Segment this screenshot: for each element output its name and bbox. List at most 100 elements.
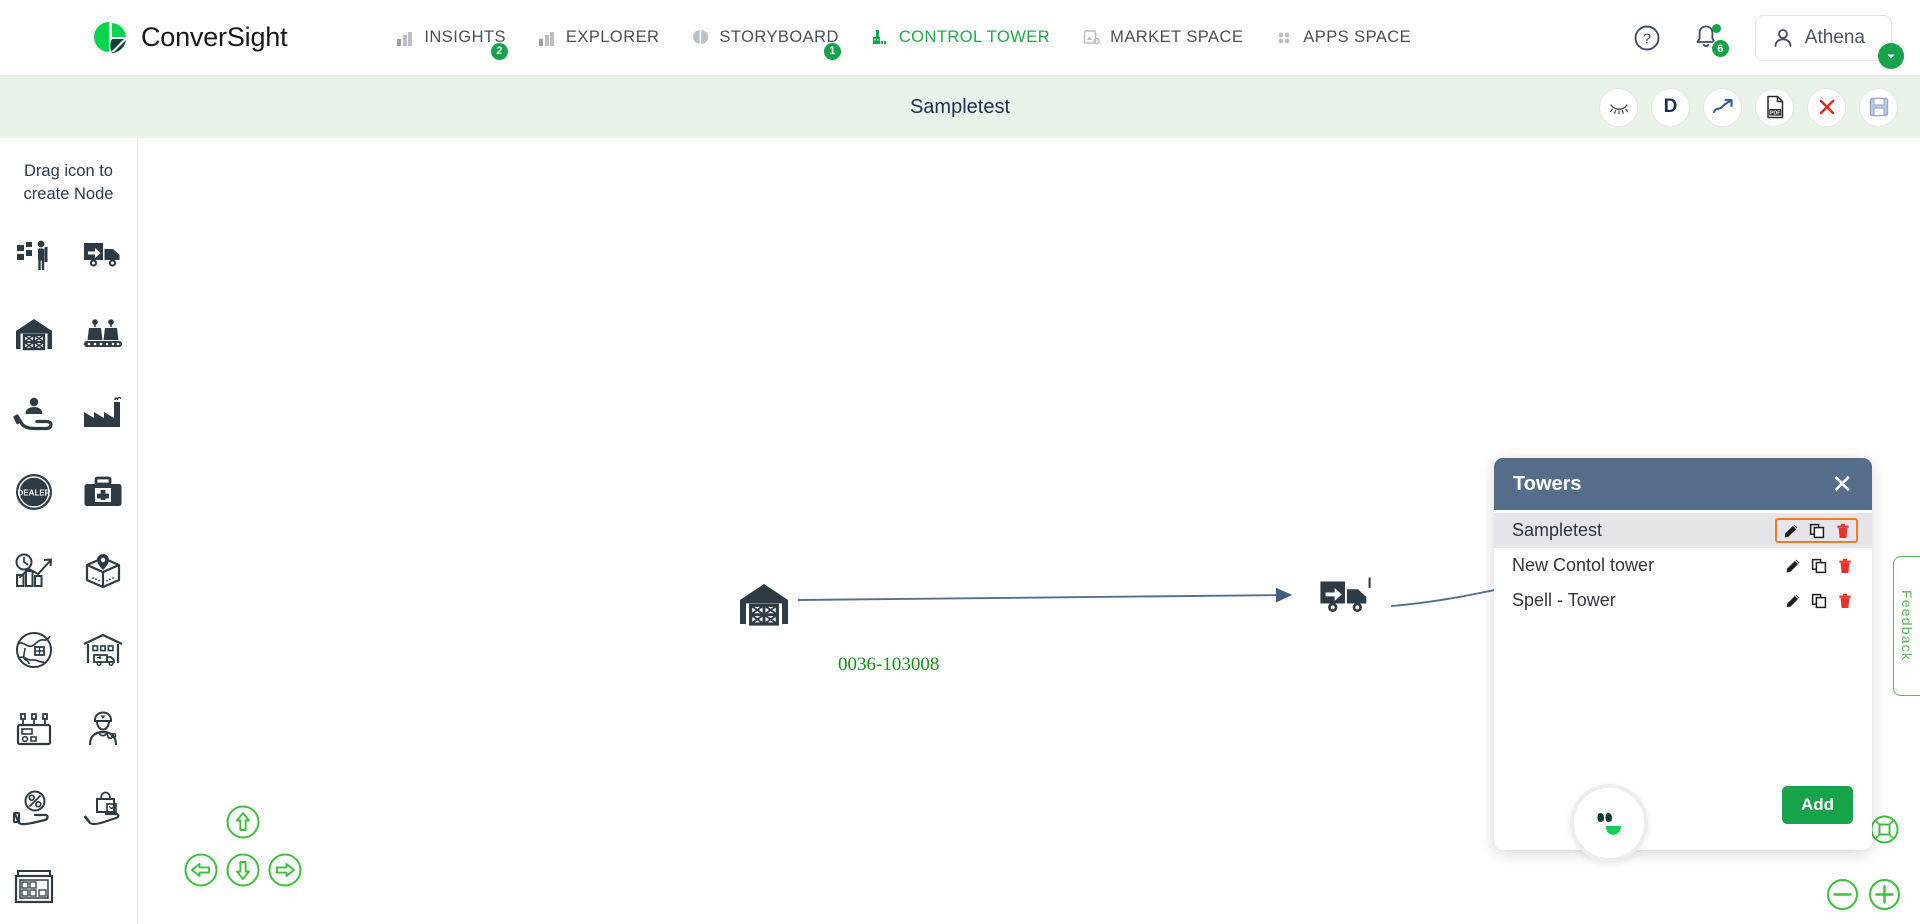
brand-logo[interactable]: ConverSight: [90, 18, 288, 58]
pan-left-button[interactable]: [183, 852, 219, 888]
zoom-out-button[interactable]: [1825, 877, 1860, 912]
warehouse-icon[interactable]: [13, 313, 55, 355]
tower-name: Spell - Tower: [1512, 590, 1616, 610]
copy-icon[interactable]: [1810, 557, 1827, 574]
inventory-worker-icon[interactable]: [13, 234, 55, 276]
copy-icon[interactable]: [1810, 592, 1827, 609]
nav-item-apps-space[interactable]: APPS SPACE: [1274, 16, 1411, 60]
trending-up-icon: [1712, 98, 1733, 114]
nav-item-insights[interactable]: INSIGHTS 2: [395, 16, 509, 61]
assembly-line-icon[interactable]: [82, 313, 124, 355]
towers-list: Sampletest New Contol tower Spell - Towe…: [1494, 510, 1872, 778]
feedback-tab[interactable]: Feedback: [1893, 556, 1920, 696]
storyboard-icon: [690, 28, 710, 48]
tower-row-sampletest[interactable]: Sampletest: [1494, 513, 1872, 548]
nav-item-market-space[interactable]: MARKET SPACE: [1081, 16, 1243, 60]
tower-row-spell-tower[interactable]: Spell - Tower: [1494, 583, 1872, 618]
delete-trash-icon[interactable]: [1836, 592, 1853, 609]
main-navigation: INSIGHTS 2 EXPLORER STORYBOARD 1 CONTROL…: [395, 16, 1411, 61]
assistant-smile-icon: [1597, 813, 1621, 835]
performance-chart-icon[interactable]: [13, 550, 55, 592]
assistant-launcher-button[interactable]: [1570, 784, 1648, 862]
fit-to-screen-button[interactable]: [1867, 812, 1902, 847]
notifications-bell[interactable]: 6: [1693, 23, 1730, 58]
control-tower-page: ConverSight INSIGHTS 2 EXPLORER STORYBOA…: [0, 0, 1920, 924]
package-location-icon[interactable]: [82, 550, 124, 592]
close-icon[interactable]: ✕: [1831, 471, 1853, 497]
bell-count-badge: 6: [1710, 39, 1730, 58]
tower-row-actions: [1779, 555, 1858, 576]
delete-trash-icon[interactable]: [1836, 557, 1853, 574]
discount-icon[interactable]: [13, 787, 55, 829]
towers-panel-title: Towers: [1513, 472, 1582, 495]
pan-controls: [173, 804, 313, 909]
bell-status-dot: [1711, 24, 1721, 33]
node-palette-sidebar: Drag icon to create Node DEALER: [0, 138, 138, 924]
canvas-node-truck[interactable]: [1316, 575, 1374, 624]
tower-name: New Contol tower: [1512, 555, 1655, 575]
field-staff-icon[interactable]: [82, 708, 124, 750]
pan-right-button[interactable]: [267, 852, 303, 888]
top-header: ConverSight INSIGHTS 2 EXPLORER STORYBOA…: [0, 0, 1920, 76]
global-shipping-icon[interactable]: [13, 629, 55, 671]
nav-item-explorer[interactable]: EXPLORER: [537, 16, 659, 60]
control-tower-icon: [870, 28, 890, 48]
warehouse-icon: [740, 584, 788, 626]
conversight-logo-icon: [90, 18, 130, 58]
floppy-save-icon: [1869, 97, 1888, 117]
export-pdf-button[interactable]: PDF: [1755, 87, 1794, 127]
tower-name: Sampletest: [1512, 520, 1603, 540]
medical-kit-icon[interactable]: [82, 471, 124, 513]
dealer-icon[interactable]: DEALER: [13, 471, 55, 513]
outbound-truck-icon[interactable]: [82, 234, 124, 276]
header-actions: ? 6 Athena: [1633, 0, 1904, 76]
retail-bag-icon[interactable]: [82, 787, 124, 829]
copy-icon[interactable]: [1808, 522, 1825, 539]
pan-down-button[interactable]: [225, 852, 261, 888]
user-menu[interactable]: Athena: [1754, 15, 1904, 69]
svg-text:PDF: PDF: [1770, 110, 1780, 116]
nav-label: EXPLORER: [565, 28, 660, 46]
sidebar-instruction: Drag icon to create Node: [23, 162, 114, 203]
data-button[interactable]: D: [1651, 87, 1690, 127]
factory-icon[interactable]: [82, 392, 124, 434]
towers-panel: Towers ✕ Sampletest New Contol tower Spe…: [1494, 458, 1872, 850]
trend-button[interactable]: [1703, 87, 1742, 127]
edit-pencil-icon[interactable]: [1784, 592, 1801, 609]
pan-up-button[interactable]: [225, 804, 261, 840]
close-button[interactable]: [1807, 87, 1846, 127]
svg-text:?: ?: [1643, 32, 1651, 48]
market-space-icon: [1081, 28, 1101, 48]
canvas-node-warehouse-1[interactable]: [736, 578, 792, 635]
machinery-icon[interactable]: [13, 708, 55, 750]
customer-care-icon[interactable]: [13, 392, 55, 434]
nav-label: CONTROL TOWER: [898, 28, 1051, 46]
zoom-in-button[interactable]: [1867, 877, 1902, 912]
svg-text:DEALER: DEALER: [18, 489, 51, 498]
tower-row-new-contol-tower[interactable]: New Contol tower: [1494, 548, 1872, 583]
outbound-truck-icon: [1320, 577, 1371, 613]
storage-rack-icon[interactable]: [13, 866, 55, 908]
nav-item-control-tower[interactable]: CONTROL TOWER: [870, 16, 1050, 60]
nav-item-storyboard[interactable]: STORYBOARD 1: [690, 16, 842, 61]
pdf-file-icon: PDF: [1766, 95, 1783, 119]
nav-label: MARKET SPACE: [1110, 28, 1244, 46]
user-name: Athena: [1804, 27, 1865, 48]
apps-grid-icon: [1274, 28, 1294, 48]
chevron-down-icon[interactable]: [1878, 43, 1904, 69]
edit-pencil-icon[interactable]: [1784, 557, 1801, 574]
save-button[interactable]: [1859, 87, 1898, 127]
help-circle-icon[interactable]: ?: [1633, 24, 1661, 52]
nav-label: STORYBOARD: [719, 28, 839, 46]
hide-eye-button[interactable]: [1599, 87, 1638, 127]
add-tower-button[interactable]: Add: [1781, 786, 1853, 824]
distribution-center-icon[interactable]: [82, 629, 124, 671]
page-title: Sampletest: [909, 95, 1011, 118]
edit-pencil-icon[interactable]: [1782, 522, 1799, 539]
delete-trash-icon[interactable]: [1834, 522, 1851, 539]
brand-name: ConverSight: [141, 22, 288, 52]
tower-toolbar: D PDF: [1599, 76, 1898, 138]
eye-closed-icon: [1609, 104, 1628, 115]
user-avatar-icon: [1774, 29, 1792, 47]
close-x-icon: [1819, 99, 1834, 115]
